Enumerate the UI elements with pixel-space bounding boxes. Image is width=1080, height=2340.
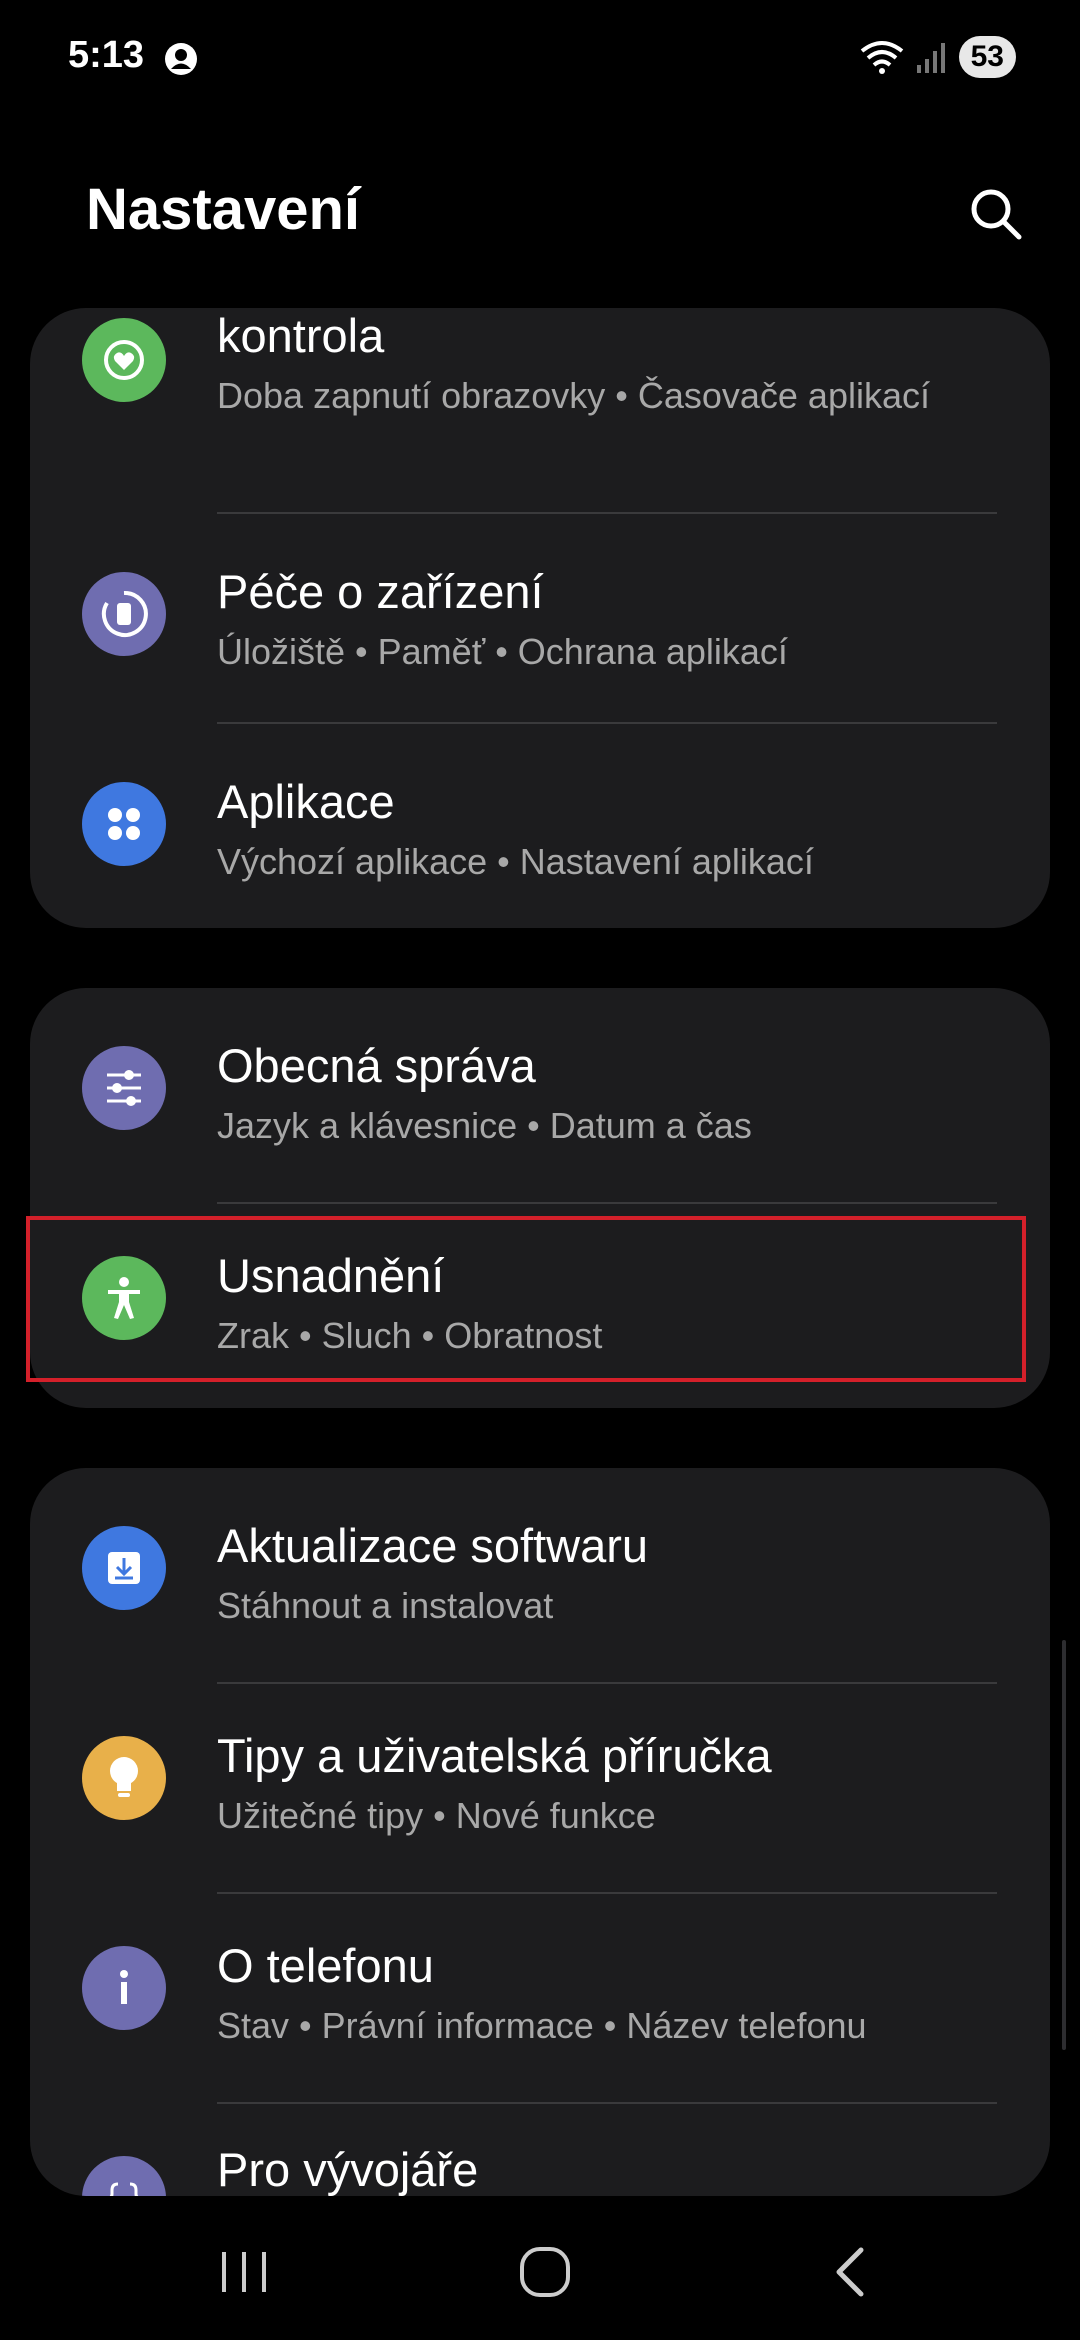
- status-right: 53: [859, 36, 1016, 78]
- settings-item-subtitle: Užitečné tipy • Nové funkce: [217, 1795, 656, 1836]
- settings-item-title: Péče o zařízení: [217, 565, 544, 618]
- settings-item-title: Tipy a uživatelská příručka: [217, 1729, 772, 1782]
- apps-icon: [82, 782, 166, 866]
- settings-item-title: Obecná správa: [217, 1039, 536, 1092]
- recents-button[interactable]: [204, 2232, 284, 2312]
- settings-item-about-phone[interactable]: O telefonu Stav • Právní informace • Náz…: [30, 1888, 1050, 2098]
- status-time: 5:13: [68, 34, 145, 76]
- settings-item-subtitle: Zrak • Sluch • Obratnost: [217, 1315, 603, 1356]
- recents-icon: [222, 2252, 266, 2292]
- settings-item-title: kontrola: [217, 309, 385, 362]
- settings-item-subtitle: Stav • Právní informace • Název telefonu: [217, 2005, 867, 2046]
- sliders-icon: [82, 1046, 166, 1130]
- scrollbar[interactable]: [1062, 1640, 1066, 2050]
- search-button[interactable]: [962, 180, 1030, 248]
- settings-item-subtitle: Stáhnout a instalovat: [217, 1585, 554, 1626]
- settings-item-subtitle: Doba zapnutí obrazovky • Časovače aplika…: [217, 375, 930, 416]
- settings-item-title: Pro vývojáře: [217, 2143, 479, 2196]
- developer-options-icon: [82, 2156, 166, 2196]
- lightbulb-icon: [82, 1736, 166, 1820]
- settings-list[interactable]: kontrola Doba zapnutí obrazovky • Časova…: [0, 306, 1080, 2196]
- settings-card: kontrola Doba zapnutí obrazovky • Časova…: [30, 308, 1050, 928]
- device-care-icon: [82, 572, 166, 656]
- settings-item-accessibility[interactable]: Usnadnění Zrak • Sluch • Obratnost: [30, 1198, 1050, 1408]
- settings-item-title: Usnadnění: [217, 1249, 445, 1302]
- signal-icon: [916, 43, 945, 73]
- settings-item-general-management[interactable]: Obecná správa Jazyk a klávesnice • Datum…: [30, 988, 1050, 1198]
- settings-item-digital-wellbeing[interactable]: kontrola Doba zapnutí obrazovky • Časova…: [30, 308, 1050, 468]
- settings-item-apps[interactable]: Aplikace Výchozí aplikace • Nastavení ap…: [30, 724, 1050, 928]
- back-button[interactable]: [810, 2232, 890, 2312]
- settings-item-tips[interactable]: Tipy a uživatelská příručka Užitečné tip…: [30, 1678, 1050, 1888]
- wifi-icon: [860, 41, 903, 74]
- settings-item-device-care[interactable]: Péče o zařízení Úložiště • Paměť • Ochra…: [30, 514, 1050, 724]
- software-update-icon: [82, 1526, 166, 1610]
- settings-card: Aktualizace softwaru Stáhnout a instalov…: [30, 1468, 1050, 2196]
- settings-item-developer-options[interactable]: Pro vývojáře: [30, 2098, 1050, 2196]
- settings-item-subtitle: Výchozí aplikace • Nastavení aplikací: [217, 841, 814, 882]
- battery-badge: 53: [958, 36, 1016, 78]
- home-icon: [520, 2247, 570, 2297]
- page-title: Nastavení: [86, 177, 361, 242]
- settings-item-software-update[interactable]: Aktualizace softwaru Stáhnout a instalov…: [30, 1468, 1050, 1678]
- account-icon: [165, 43, 197, 75]
- navigation-bar: [0, 2196, 1080, 2340]
- settings-card: Obecná správa Jazyk a klávesnice • Datum…: [30, 988, 1050, 1408]
- accessibility-icon: [82, 1256, 166, 1340]
- settings-item-title: Aplikace: [217, 775, 395, 828]
- info-icon: [82, 1946, 166, 2030]
- settings-item-subtitle: Úložiště • Paměť • Ochrana aplikací: [217, 631, 788, 672]
- settings-item-subtitle: Jazyk a klávesnice • Datum a čas: [217, 1105, 752, 1146]
- digital-wellbeing-icon: [82, 318, 166, 402]
- search-icon: [971, 189, 1022, 240]
- settings-screen: 5:13 53 Nastavení kontrola Doba zapnutí …: [0, 0, 1080, 2340]
- settings-item-title: Aktualizace softwaru: [217, 1519, 649, 1572]
- settings-item-title: O telefonu: [217, 1939, 434, 1992]
- status-bar: 5:13 53: [0, 0, 1080, 110]
- back-icon: [836, 2247, 864, 2297]
- home-button[interactable]: [505, 2232, 585, 2312]
